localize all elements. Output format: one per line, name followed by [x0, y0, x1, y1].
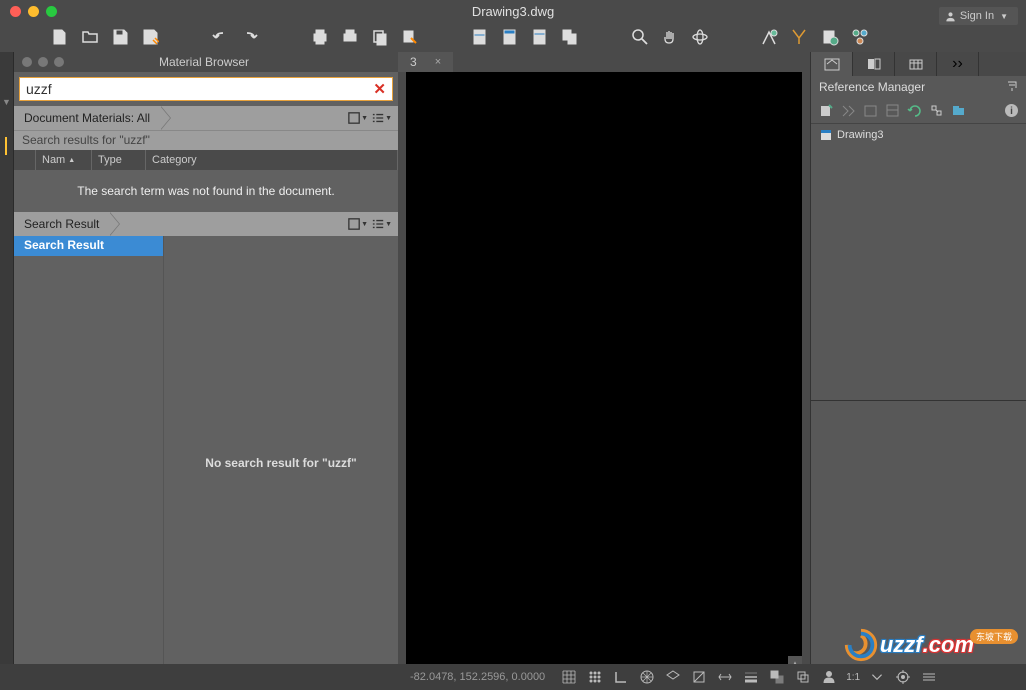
col-name[interactable]: Nam▲ [36, 150, 92, 170]
search-result-tree-item[interactable]: Search Result [14, 236, 163, 256]
snap-button[interactable] [583, 666, 607, 688]
view-grid-button[interactable]: ▼ [348, 109, 368, 127]
workspace-button[interactable] [891, 666, 915, 688]
sheet3-button[interactable] [530, 27, 550, 47]
sheet2-button[interactable] [500, 27, 520, 47]
col-category[interactable]: Category [146, 150, 398, 170]
annotation-scale[interactable]: 1:1 [843, 672, 863, 683]
tab-close[interactable]: × [435, 56, 441, 68]
rp-btn-4[interactable] [883, 102, 901, 120]
save-button[interactable] [110, 27, 130, 47]
left-ribbon[interactable]: ▼ [0, 52, 14, 690]
panel-dock-icon[interactable] [1006, 80, 1018, 95]
selection-cycling-button[interactable] [791, 666, 815, 688]
rp-btn-3[interactable] [861, 102, 879, 120]
ref-manager-tab[interactable] [811, 52, 853, 76]
rp-btn-7[interactable] [949, 102, 967, 120]
rp-btn-2[interactable] [839, 102, 857, 120]
search-input[interactable] [26, 81, 373, 97]
ortho-button[interactable] [609, 666, 633, 688]
sb-person-button[interactable] [817, 666, 841, 688]
panel-close[interactable] [22, 57, 32, 67]
polar-button[interactable] [635, 666, 659, 688]
window-close[interactable] [10, 6, 21, 17]
doc-not-found-msg: The search term was not found in the doc… [14, 170, 398, 212]
search-result-crumb[interactable]: Search Result [14, 212, 109, 236]
user-icon [945, 11, 956, 22]
signin-button[interactable]: Sign In ▼ [939, 7, 1018, 25]
col-type[interactable]: Type [92, 150, 146, 170]
window-maximize[interactable] [46, 6, 57, 17]
tool1-button[interactable] [760, 27, 780, 47]
reference-tree-item[interactable]: Drawing3 [819, 128, 1018, 142]
panel-tab-3[interactable] [895, 52, 937, 76]
zoom-button[interactable] [630, 27, 650, 47]
tool2-button[interactable] [790, 27, 810, 47]
watermark: uzzf.com 东坡下载 [842, 626, 1018, 664]
lineweight-button[interactable] [739, 666, 763, 688]
panel-max[interactable] [54, 57, 64, 67]
drawing-tab[interactable]: 3× [398, 52, 453, 72]
search-clear[interactable]: ✕ [373, 80, 386, 98]
no-search-result-msg: No search result for "uzzf" [164, 236, 398, 690]
panel-title-text: Reference Manager [819, 80, 925, 94]
transparency-button[interactable] [765, 666, 789, 688]
panel-more[interactable]: ›› [937, 52, 979, 76]
sr-view-grid[interactable]: ▼ [348, 215, 368, 233]
view-list-button[interactable]: ▼ [372, 109, 392, 127]
info-button[interactable]: i [1002, 102, 1020, 120]
panel-tab-2[interactable] [853, 52, 895, 76]
open-button[interactable] [80, 27, 100, 47]
orbit-button[interactable] [690, 27, 710, 47]
chevron-down-icon: ▼ [1000, 12, 1008, 21]
copy-button[interactable] [370, 27, 390, 47]
drawing-canvas[interactable]: ▴ [406, 72, 802, 682]
isodraft-button[interactable] [661, 666, 685, 688]
sheet1-button[interactable] [470, 27, 490, 47]
tool3-button[interactable] [820, 27, 840, 47]
rp-btn-6[interactable] [927, 102, 945, 120]
undo-button[interactable] [210, 27, 230, 47]
panel-min[interactable] [38, 57, 48, 67]
redo-button[interactable] [240, 27, 260, 47]
sheet4-button[interactable] [560, 27, 580, 47]
sb-dropdown[interactable] [865, 666, 889, 688]
attach-button[interactable] [817, 102, 835, 120]
svg-text:i: i [1010, 106, 1013, 117]
customization-button[interactable] [917, 666, 941, 688]
pan-button[interactable] [660, 27, 680, 47]
drawing-icon [819, 128, 833, 142]
new-file-button[interactable] [50, 27, 70, 47]
osnap-button[interactable] [687, 666, 711, 688]
paste-button[interactable] [400, 27, 420, 47]
col-blank[interactable] [14, 150, 36, 170]
doc-materials-crumb[interactable]: Document Materials: All [14, 106, 160, 130]
grid-button[interactable] [557, 666, 581, 688]
sr-view-list[interactable]: ▼ [372, 215, 392, 233]
otrack-button[interactable] [713, 666, 737, 688]
print-button[interactable] [310, 27, 330, 47]
tool4-button[interactable] [850, 27, 870, 47]
window-minimize[interactable] [28, 6, 39, 17]
print-preview-button[interactable] [340, 27, 360, 47]
coordinates: -82.0478, 152.2596, 0.0000 [410, 671, 545, 683]
save-as-button[interactable] [140, 27, 160, 47]
panel-title: Material Browser [159, 55, 249, 69]
window-title: Drawing3.dwg [472, 4, 554, 19]
refresh-button[interactable] [905, 102, 923, 120]
search-results-header: Search results for "uzzf" [14, 130, 398, 150]
